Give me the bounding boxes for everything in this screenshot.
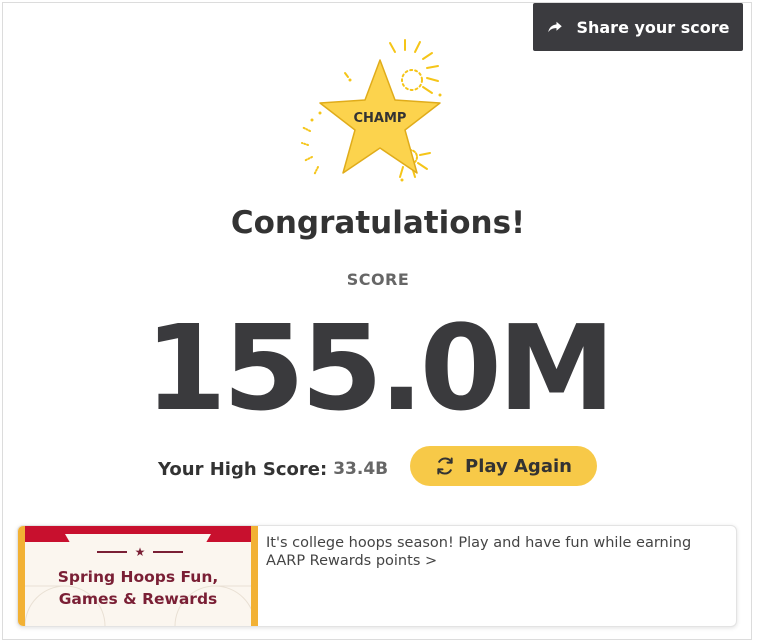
refresh-icon (437, 457, 453, 475)
high-score: Your High Score: 33.4B (158, 456, 388, 482)
promo-image-title: Spring Hoops Fun, Games & Rewards (25, 566, 251, 610)
play-again-label: Play Again (465, 455, 572, 477)
congratulations-heading: Congratulations! (230, 205, 526, 241)
play-again-button[interactable]: Play Again (410, 446, 597, 486)
star-icon: ★ (134, 545, 146, 559)
promo-title-line2: Games & Rewards (58, 590, 218, 608)
share-icon (548, 21, 563, 33)
promo-divider: ★ (90, 546, 190, 558)
high-score-label: Your High Score: (158, 458, 328, 480)
score-value: 155.0M (144, 299, 616, 437)
share-score-button[interactable]: Share your score (533, 3, 743, 51)
promo-link-text[interactable]: It's college hoops season! Play and have… (266, 534, 731, 570)
champ-badge: CHAMP (290, 35, 470, 195)
promo-card[interactable]: ★ Spring Hoops Fun, Games & Rewards It's… (17, 525, 737, 627)
promo-image: ★ Spring Hoops Fun, Games & Rewards (18, 526, 258, 626)
champ-label: CHAMP (354, 111, 407, 126)
promo-red-right (206, 526, 251, 542)
share-button-label: Share your score (576, 17, 730, 37)
divider-line-left (96, 551, 127, 553)
promo-title-line1: Spring Hoops Fun, (57, 568, 219, 586)
high-score-value: 33.4B (333, 459, 389, 479)
divider-line-right (153, 551, 184, 553)
promo-red-left (25, 526, 70, 542)
champ-star-icon: CHAMP (301, 39, 442, 182)
score-label: SCORE (346, 270, 410, 289)
